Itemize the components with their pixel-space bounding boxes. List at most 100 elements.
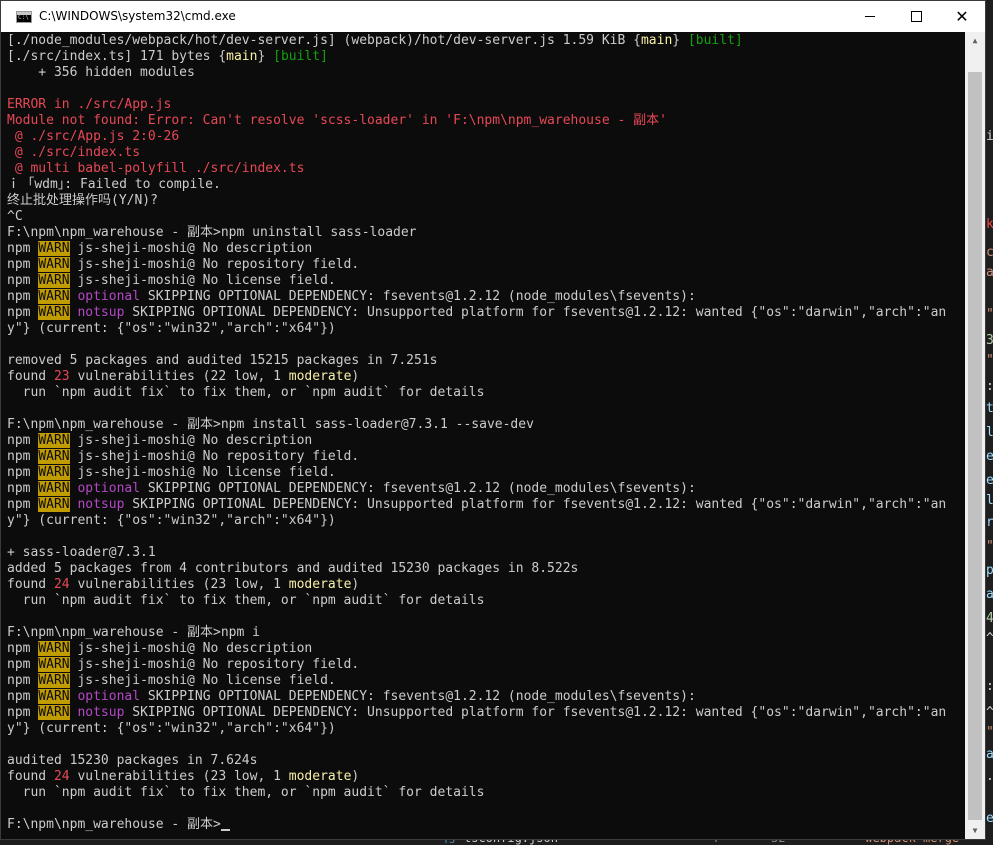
console-line: npm WARN notsup SKIPPING OPTIONAL DEPEND… [7,305,965,321]
console-line: + sass-loader@7.3.1 [7,545,965,561]
maximize-button[interactable] [893,1,939,32]
console-text: npm [7,481,39,496]
console-line: npm WARN js-sheji-moshi@ No description [7,641,965,657]
console-line: ^C [7,209,965,225]
text-cursor [220,829,230,831]
console-text: @ ./src/index.ts [7,145,141,160]
console-text: vulnerabilities (23 low, 1 [69,769,289,784]
editor-char: a [986,587,993,602]
title-bar[interactable]: C:\WINDOWS\system32\cmd.exe ✕ [1,1,985,32]
console-line: ERROR in ./src/App.js [7,97,965,113]
console-text: npm [7,705,39,720]
warn-badge: WARN [38,497,70,512]
console-line: F:\npm\npm_warehouse - 副本>npm uninstall … [7,225,965,241]
console-text: moderate [288,577,352,592]
editor-char: ^ [986,705,993,720]
console-text: [built] [687,33,743,48]
console-text: js-sheji-moshi@ No license field. [69,273,336,288]
editor-char: e [986,811,993,826]
warn-badge: WARN [38,241,70,256]
console-text: ERROR in ./src/App.js [7,97,172,112]
scroll-down-arrow-icon[interactable]: ▼ [965,822,985,839]
console-text: @ multi babel-polyfill ./src/index.ts [7,161,305,176]
console-line: npm WARN js-sheji-moshi@ No license fiel… [7,273,965,289]
console-line: npm WARN js-sheji-moshi@ No repository f… [7,657,965,673]
editor-char: ^ [986,631,993,646]
close-button[interactable]: ✕ [939,1,985,32]
maximize-icon [910,10,922,22]
cmd-window[interactable]: C:\WINDOWS\system32\cmd.exe ✕ [./node_mo… [0,0,986,840]
editor-char: " [986,354,993,368]
console-text: found [7,577,54,592]
editor-char: a [986,747,993,762]
editor-char: t [986,401,993,416]
console-line: 终止批处理操作吗(Y/N)? [7,193,965,209]
console-text: F:\npm\npm_warehouse - 副本>npm install sa… [7,417,534,432]
console-text: audited 15230 packages in 7.624s [7,753,258,768]
console-line: y"} (current: {"os":"win32","arch":"x64"… [7,721,965,737]
console-line: npm WARN js-sheji-moshi@ No license fiel… [7,673,965,689]
close-icon: ✕ [955,7,969,26]
console-text: npm [7,433,39,448]
console-text: moderate [288,369,352,384]
minimize-button[interactable] [847,1,893,32]
scrollbar-thumb[interactable] [968,72,982,820]
console-text: ) [351,369,360,384]
editor-char: e [986,473,993,488]
console-text: js-sheji-moshi@ No description [69,641,313,656]
console-line: npm WARN js-sheji-moshi@ No repository f… [7,449,965,465]
console-text: [./node_modules/webpack/hot/dev-server.j… [7,33,641,48]
console-text: optional [77,689,141,704]
console-text: npm [7,449,39,464]
editor-char: c [986,245,993,260]
console-output[interactable]: [./node_modules/webpack/hot/dev-server.j… [7,33,965,839]
console-text: 终止批处理操作吗(Y/N)? [7,193,158,208]
console-text: + 356 hidden modules [7,65,195,80]
console-text: run `npm audit fix` to fix them, or `npm… [7,385,485,400]
console-line: Module not found: Error: Can't resolve '… [7,113,965,129]
console-text: Module not found: Error: Can't resolve '… [7,113,667,128]
console-text: SKIPPING OPTIONAL DEPENDENCY: Unsupporte… [124,497,947,512]
warn-badge: WARN [38,433,70,448]
console-line: npm WARN notsup SKIPPING OPTIONAL DEPEND… [7,497,965,513]
editor-char: : [986,380,993,394]
console-text: } [672,33,688,48]
warn-badge: WARN [38,289,70,304]
console-app-icon[interactable] [16,11,32,23]
editor-char: l [986,493,993,508]
console-text: optional [77,289,141,304]
console-line: y"} (current: {"os":"win32","arch":"x64"… [7,513,965,529]
console-text: [./src/index.ts] 171 bytes { [7,49,227,64]
console-text: notsup [77,305,125,320]
console-text: npm [7,289,39,304]
scroll-up-arrow-icon[interactable]: ▲ [965,32,985,49]
editor-char: " [986,308,993,322]
console-line: added 5 packages from 4 contributors and… [7,561,965,577]
warn-badge: WARN [38,465,70,480]
console-text: js-sheji-moshi@ No repository field. [69,657,360,672]
console-text: SKIPPING OPTIONAL DEPENDENCY: Unsupporte… [124,305,947,320]
console-text: notsup [77,497,125,512]
console-line: F:\npm\npm_warehouse - 副本> [7,817,965,833]
console-text: 24 [53,577,70,592]
vertical-scrollbar[interactable]: ▲ ▼ [965,32,985,839]
editor-char: i [986,129,993,144]
console-line: npm WARN notsup SKIPPING OPTIONAL DEPEND… [7,705,965,721]
editor-char: r [986,515,993,530]
console-line: @ multi babel-polyfill ./src/index.ts [7,161,965,177]
editor-char: p [986,563,993,578]
console-line: npm WARN js-sheji-moshi@ No description [7,241,965,257]
warn-badge: WARN [38,449,70,464]
warn-badge: WARN [38,705,70,720]
editor-char: : [986,680,993,694]
console-text: ) [351,577,360,592]
console-line: y"} (current: {"os":"win32","arch":"x64"… [7,321,965,337]
warn-badge: WARN [38,673,70,688]
minimize-icon [865,15,875,17]
console-text: added 5 packages from 4 contributors and… [7,561,579,576]
